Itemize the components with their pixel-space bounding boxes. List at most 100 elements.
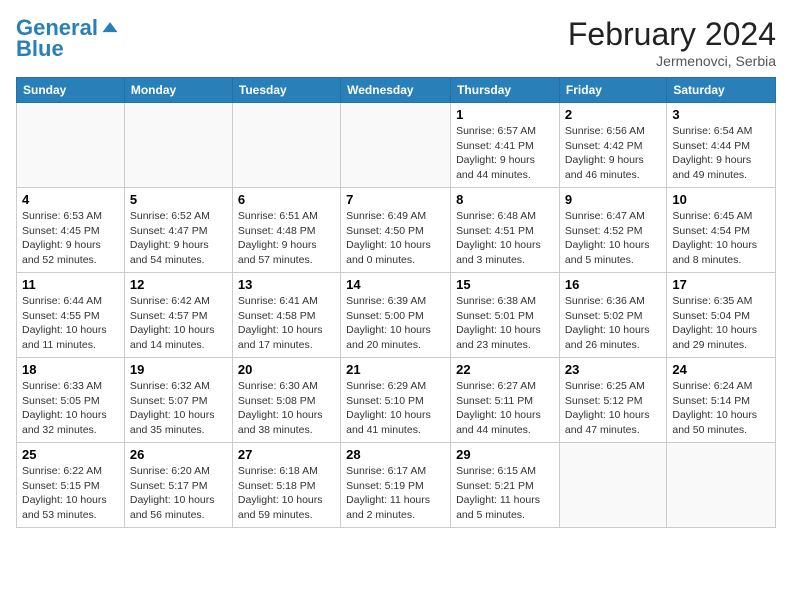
day-info: Sunrise: 6:30 AMSunset: 5:08 PMDaylight:… (238, 379, 335, 438)
logo-icon (100, 18, 120, 38)
day-info: Sunrise: 6:45 AMSunset: 4:54 PMDaylight:… (672, 209, 770, 268)
day-info: Sunrise: 6:39 AMSunset: 5:00 PMDaylight:… (346, 294, 445, 353)
calendar-cell: 28 Sunrise: 6:17 AMSunset: 5:19 PMDayligh… (341, 443, 451, 528)
day-number: 20 (238, 362, 335, 377)
day-number: 14 (346, 277, 445, 292)
week-row-3: 11Sunrise: 6:44 AMSunset: 4:55 PMDayligh… (17, 273, 776, 358)
day-info: Sunrise: 6:42 AMSunset: 4:57 PMDaylight:… (130, 294, 227, 353)
location: Jermenovci, Serbia (568, 53, 776, 69)
calendar-cell: 10 Sunrise: 6:45 AMSunset: 4:54 PMDayligh… (667, 188, 776, 273)
calendar-cell: 18 Sunrise: 6:33 AMSunset: 5:05 PMDayligh… (17, 358, 125, 443)
day-info: Sunrise: 6:25 AMSunset: 5:12 PMDaylight:… (565, 379, 661, 438)
weekday-header-friday: Friday (559, 78, 666, 103)
weekday-header-sunday: Sunday (17, 78, 125, 103)
day-info: Sunrise: 6:36 AMSunset: 5:02 PMDaylight:… (565, 294, 661, 353)
weekday-header-monday: Monday (124, 78, 232, 103)
day-number: 19 (130, 362, 227, 377)
day-number: 22 (456, 362, 554, 377)
day-number: 27 (238, 447, 335, 462)
day-number: 9 (565, 192, 661, 207)
calendar-cell: 4 Sunrise: 6:53 AMSunset: 4:45 PMDaylight… (17, 188, 125, 273)
calendar-cell (232, 103, 340, 188)
day-info: Sunrise: 6:47 AMSunset: 4:52 PMDaylight:… (565, 209, 661, 268)
day-info: Sunrise: 6:35 AMSunset: 5:04 PMDaylight:… (672, 294, 770, 353)
title-block: February 2024 Jermenovci, Serbia (568, 16, 776, 69)
day-info: Sunrise: 6:56 AMSunset: 4:42 PMDaylight:… (565, 124, 661, 183)
calendar-cell: 1 Sunrise: 6:57 AMSunset: 4:41 PMDaylight… (451, 103, 560, 188)
week-row-1: 1 Sunrise: 6:57 AMSunset: 4:41 PMDaylight… (17, 103, 776, 188)
day-info: Sunrise: 6:44 AMSunset: 4:55 PMDaylight:… (22, 294, 119, 353)
calendar-cell: 3 Sunrise: 6:54 AMSunset: 4:44 PMDaylight… (667, 103, 776, 188)
logo: General Blue (16, 16, 120, 62)
calendar-cell: 6Sunrise: 6:51 AMSunset: 4:48 PMDaylight… (232, 188, 340, 273)
day-number: 16 (565, 277, 661, 292)
week-row-4: 18 Sunrise: 6:33 AMSunset: 5:05 PMDayligh… (17, 358, 776, 443)
day-number: 23 (565, 362, 661, 377)
day-number: 13 (238, 277, 335, 292)
day-info: Sunrise: 6:33 AMSunset: 5:05 PMDaylight:… (22, 379, 119, 438)
day-info: Sunrise: 6:52 AMSunset: 4:47 PMDaylight:… (130, 209, 227, 268)
day-number: 21 (346, 362, 445, 377)
day-info: Sunrise: 6:20 AMSunset: 5:17 PMDaylight:… (130, 464, 227, 523)
weekday-header-row: SundayMondayTuesdayWednesdayThursdayFrid… (17, 78, 776, 103)
day-info: Sunrise: 6:29 AMSunset: 5:10 PMDaylight:… (346, 379, 445, 438)
day-number: 7 (346, 192, 445, 207)
day-info: Sunrise: 6:54 AMSunset: 4:44 PMDaylight:… (672, 124, 770, 183)
day-info: Sunrise: 6:38 AMSunset: 5:01 PMDaylight:… (456, 294, 554, 353)
day-info: Sunrise: 6:18 AMSunset: 5:18 PMDaylight:… (238, 464, 335, 523)
calendar-cell (559, 443, 666, 528)
calendar-cell: 2 Sunrise: 6:56 AMSunset: 4:42 PMDaylight… (559, 103, 666, 188)
day-info: Sunrise: 6:32 AMSunset: 5:07 PMDaylight:… (130, 379, 227, 438)
calendar-cell: 15 Sunrise: 6:38 AMSunset: 5:01 PMDayligh… (451, 273, 560, 358)
day-number: 4 (22, 192, 119, 207)
calendar-cell: 17 Sunrise: 6:35 AMSunset: 5:04 PMDayligh… (667, 273, 776, 358)
calendar-cell (667, 443, 776, 528)
calendar-cell (341, 103, 451, 188)
calendar-cell: 19 Sunrise: 6:32 AMSunset: 5:07 PMDayligh… (124, 358, 232, 443)
day-number: 29 (456, 447, 554, 462)
calendar-cell: 22 Sunrise: 6:27 AMSunset: 5:11 PMDayligh… (451, 358, 560, 443)
calendar-table: SundayMondayTuesdayWednesdayThursdayFrid… (16, 77, 776, 528)
day-info: Sunrise: 6:48 AMSunset: 4:51 PMDaylight:… (456, 209, 554, 268)
calendar-cell: 13 Sunrise: 6:41 AMSunset: 4:58 PMDayligh… (232, 273, 340, 358)
calendar-cell (17, 103, 125, 188)
page-header: General Blue February 2024 Jermenovci, S… (16, 16, 776, 69)
weekday-header-thursday: Thursday (451, 78, 560, 103)
day-number: 28 (346, 447, 445, 462)
calendar-cell: 14 Sunrise: 6:39 AMSunset: 5:00 PMDayligh… (341, 273, 451, 358)
week-row-2: 4 Sunrise: 6:53 AMSunset: 4:45 PMDaylight… (17, 188, 776, 273)
calendar-cell: 25 Sunrise: 6:22 AMSunset: 5:15 PMDayligh… (17, 443, 125, 528)
day-info: Sunrise: 6:53 AMSunset: 4:45 PMDaylight:… (22, 209, 119, 268)
day-number: 5 (130, 192, 227, 207)
calendar-cell: 5 Sunrise: 6:52 AMSunset: 4:47 PMDaylight… (124, 188, 232, 273)
calendar-cell: 21 Sunrise: 6:29 AMSunset: 5:10 PMDayligh… (341, 358, 451, 443)
calendar-cell: 27 Sunrise: 6:18 AMSunset: 5:18 PMDayligh… (232, 443, 340, 528)
day-info: Sunrise: 6:17 AMSunset: 5:19 PMDaylight:… (346, 464, 445, 523)
day-info: Sunrise: 6:51 AMSunset: 4:48 PMDaylight:… (238, 209, 335, 268)
weekday-header-saturday: Saturday (667, 78, 776, 103)
calendar-cell: 12Sunrise: 6:42 AMSunset: 4:57 PMDayligh… (124, 273, 232, 358)
day-info: Sunrise: 6:22 AMSunset: 5:15 PMDaylight:… (22, 464, 119, 523)
calendar-cell: 9 Sunrise: 6:47 AMSunset: 4:52 PMDaylight… (559, 188, 666, 273)
calendar-cell: 26Sunrise: 6:20 AMSunset: 5:17 PMDayligh… (124, 443, 232, 528)
day-number: 18 (22, 362, 119, 377)
day-number: 2 (565, 107, 661, 122)
day-number: 10 (672, 192, 770, 207)
calendar-cell: 7Sunrise: 6:49 AMSunset: 4:50 PMDaylight… (341, 188, 451, 273)
day-info: Sunrise: 6:15 AMSunset: 5:21 PMDaylight:… (456, 464, 554, 523)
month-title: February 2024 (568, 16, 776, 53)
calendar-cell: 8 Sunrise: 6:48 AMSunset: 4:51 PMDaylight… (451, 188, 560, 273)
day-number: 25 (22, 447, 119, 462)
day-number: 8 (456, 192, 554, 207)
day-info: Sunrise: 6:57 AMSunset: 4:41 PMDaylight:… (456, 124, 554, 183)
day-number: 17 (672, 277, 770, 292)
day-number: 1 (456, 107, 554, 122)
day-info: Sunrise: 6:41 AMSunset: 4:58 PMDaylight:… (238, 294, 335, 353)
day-number: 24 (672, 362, 770, 377)
day-info: Sunrise: 6:27 AMSunset: 5:11 PMDaylight:… (456, 379, 554, 438)
calendar-cell: 11Sunrise: 6:44 AMSunset: 4:55 PMDayligh… (17, 273, 125, 358)
weekday-header-tuesday: Tuesday (232, 78, 340, 103)
calendar-cell: 23 Sunrise: 6:25 AMSunset: 5:12 PMDayligh… (559, 358, 666, 443)
day-number: 15 (456, 277, 554, 292)
day-number: 3 (672, 107, 770, 122)
